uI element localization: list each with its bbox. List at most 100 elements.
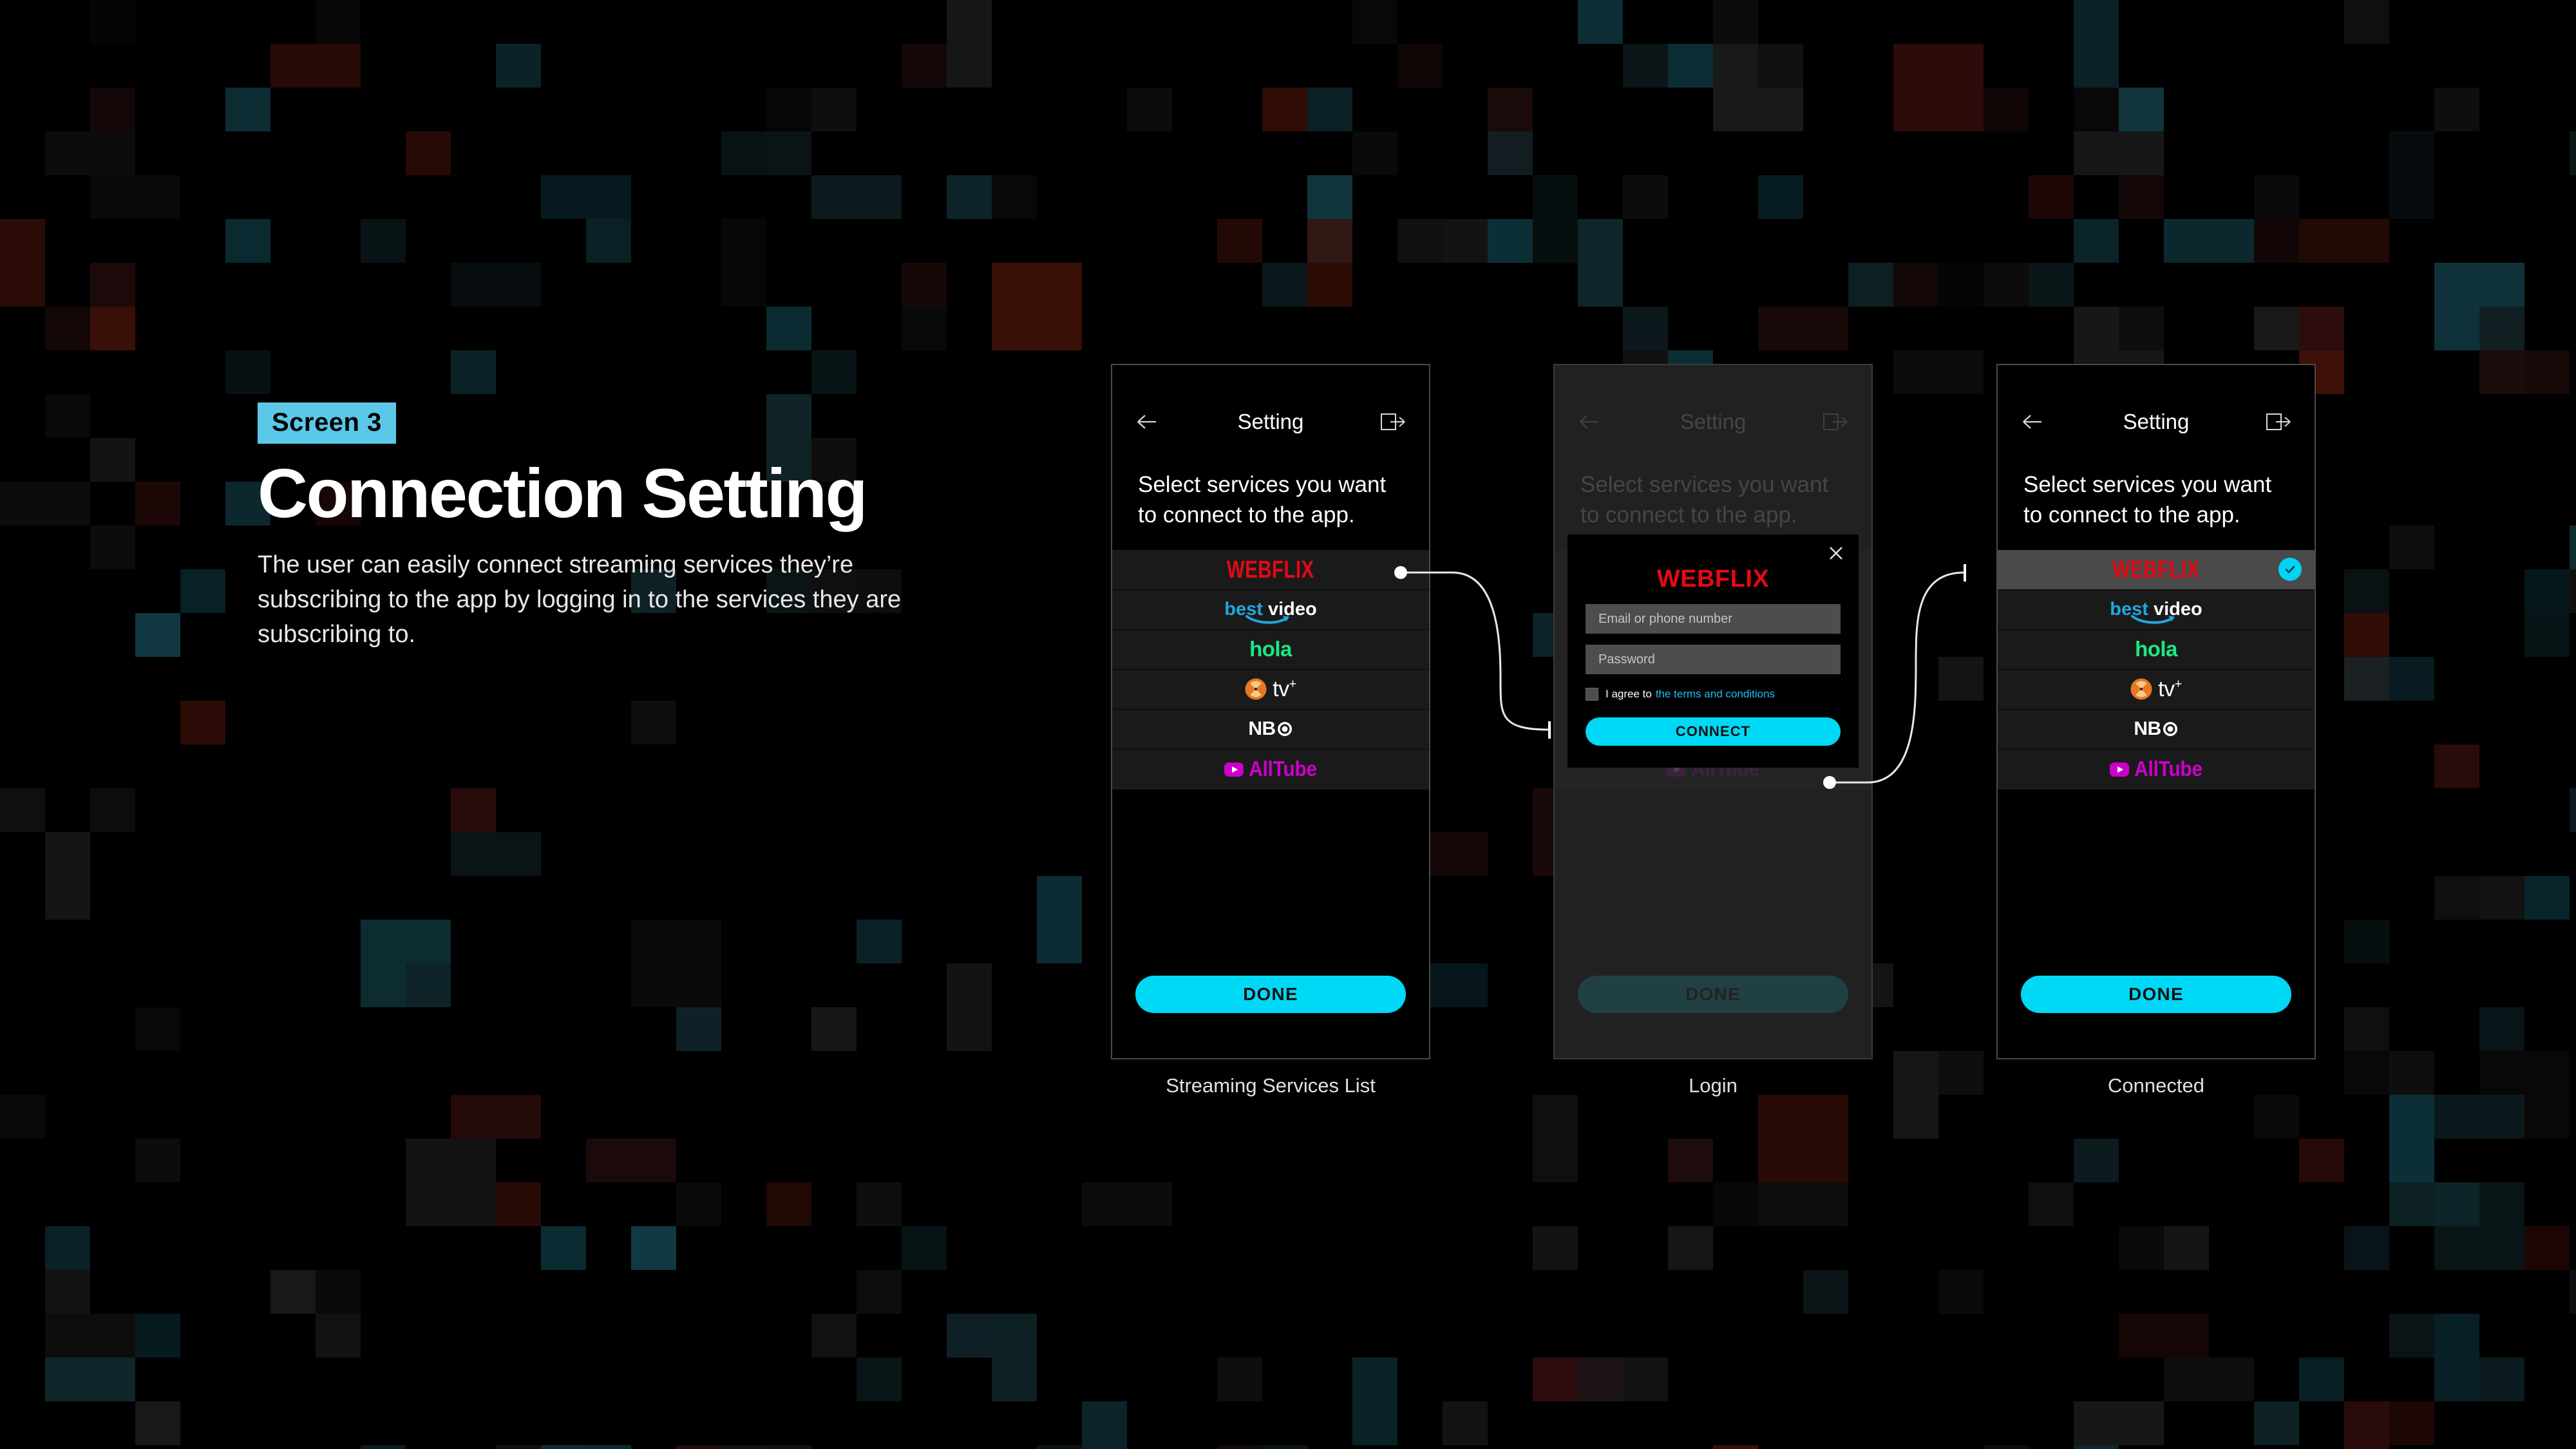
background-tile (1713, 1182, 1758, 1226)
background-tile (1984, 263, 2029, 307)
service-row-tv-plus[interactable]: tv+ (1112, 669, 1429, 710)
background-tile (45, 1270, 90, 1314)
background-tile (406, 1139, 496, 1226)
background-tile (1938, 1051, 1984, 1095)
background-tile (721, 219, 766, 307)
service-row-best-video[interactable]: best video (1998, 589, 2315, 630)
alltube-logo: AllTube (2110, 757, 2202, 781)
background-tile (2074, 1401, 2164, 1445)
email-field[interactable]: Email or phone number (1586, 604, 1841, 634)
intro-copy: Screen 3 Connection Setting The user can… (258, 402, 979, 652)
background-tile (1938, 657, 1984, 701)
done-button[interactable]: DONE (1135, 976, 1406, 1013)
background-tile (2389, 1095, 2434, 1182)
background-tile (90, 438, 135, 482)
background-tile (2344, 1226, 2389, 1270)
background-tile (1893, 44, 1984, 131)
tv-plus-logo: tv+ (2130, 677, 2182, 702)
background-tile (811, 1314, 857, 1358)
background-tile (2570, 526, 2576, 569)
terms-prefix: I agree to (1605, 688, 1652, 700)
background-tile (496, 1182, 541, 1226)
background-tile (1893, 350, 1984, 394)
background-tile (2434, 1182, 2524, 1270)
background-tile (1984, 1445, 2029, 1449)
background-tile (1984, 88, 2029, 131)
background-tile (90, 0, 135, 44)
background-tile (496, 44, 541, 88)
background-tile (1443, 219, 1488, 263)
background-tile (135, 1314, 180, 1358)
background-tile (1803, 1270, 1848, 1314)
background-tile (857, 1182, 902, 1226)
background-tile (2254, 1095, 2299, 1139)
background-tile (902, 307, 947, 350)
service-row-alltube[interactable]: AllTube (1112, 749, 1429, 790)
tv-plus-logo: tv+ (1245, 677, 1296, 702)
background-tile (1082, 1182, 1172, 1226)
connected-check-icon (2278, 558, 2302, 581)
service-row-hola[interactable]: hola (1112, 629, 1429, 670)
service-row-nbo[interactable]: NB (1112, 709, 1429, 750)
background-tile (857, 1270, 902, 1314)
background-tile (90, 526, 135, 569)
background-tile (406, 963, 451, 1007)
background-tile (811, 1007, 857, 1051)
play-button-icon (1224, 762, 1244, 777)
arrow-left-icon[interactable] (2020, 409, 2049, 435)
service-row-webflix[interactable]: WEBFLIX (1112, 549, 1429, 590)
background-tile (2344, 657, 2434, 701)
arrow-left-icon[interactable] (1134, 409, 1164, 435)
background-tile (2119, 175, 2164, 219)
terms-checkbox[interactable] (1586, 688, 1598, 701)
background-tile (1578, 219, 1623, 307)
webflix-logo: WEBFLIX (2112, 555, 2200, 583)
background-tile (902, 1226, 947, 1270)
background-tile (1713, 1445, 1758, 1449)
background-tile (45, 131, 135, 175)
background-tile (90, 175, 180, 219)
logout-icon[interactable] (1378, 409, 1407, 435)
background-tile (2434, 744, 2479, 788)
background-tile (1623, 175, 1668, 219)
background-tile (316, 0, 361, 44)
background-tile (1217, 219, 1262, 263)
close-icon[interactable] (1826, 544, 1846, 563)
background-tile (2119, 1226, 2164, 1270)
screen-subtitle: Select services you want to connect to t… (2023, 472, 2272, 528)
connect-button[interactable]: CONNECT (1586, 717, 1841, 746)
background-tile (2389, 1051, 2434, 1095)
service-row-best-video[interactable]: best video (1112, 589, 1429, 630)
background-tile (2434, 1095, 2524, 1139)
background-tile (180, 569, 225, 613)
background-tile (1893, 1051, 1938, 1139)
logout-icon[interactable] (2263, 409, 2293, 435)
nbo-logo: NB (1248, 718, 1293, 740)
service-row-hola[interactable]: hola (1998, 629, 2315, 670)
phone-caption-1: Streaming Services List (1166, 1074, 1376, 1097)
background-tile (947, 963, 992, 1051)
background-tile (1217, 1358, 1262, 1401)
background-tile (1397, 219, 1443, 263)
background-tile (1262, 1445, 1307, 1449)
service-row-webflix[interactable]: WEBFLIX (1998, 549, 2315, 590)
background-tile (2299, 1139, 2344, 1182)
background-tile (2344, 920, 2389, 963)
background-tile (947, 0, 992, 88)
background-tile (2119, 88, 2164, 131)
login-modal: WEBFLIX Email or phone number Password I… (1567, 535, 1859, 768)
background-tile (1578, 0, 1623, 44)
password-field[interactable]: Password (1586, 645, 1841, 674)
background-tile (45, 1226, 90, 1270)
terms-link[interactable]: the terms and conditions (1656, 688, 1775, 701)
done-button[interactable]: DONE (2021, 976, 2291, 1013)
service-row-tv-plus[interactable]: tv+ (1998, 669, 2315, 710)
background-tile (1127, 88, 1172, 131)
service-row-alltube[interactable]: AllTube (1998, 749, 2315, 790)
background-tile (225, 350, 270, 394)
background-tile (1217, 1445, 1262, 1449)
service-row-nbo[interactable]: NB (1998, 709, 2315, 750)
background-tile (2119, 131, 2164, 175)
hola-logo: hola (2135, 637, 2177, 661)
background-tile (270, 1270, 316, 1314)
